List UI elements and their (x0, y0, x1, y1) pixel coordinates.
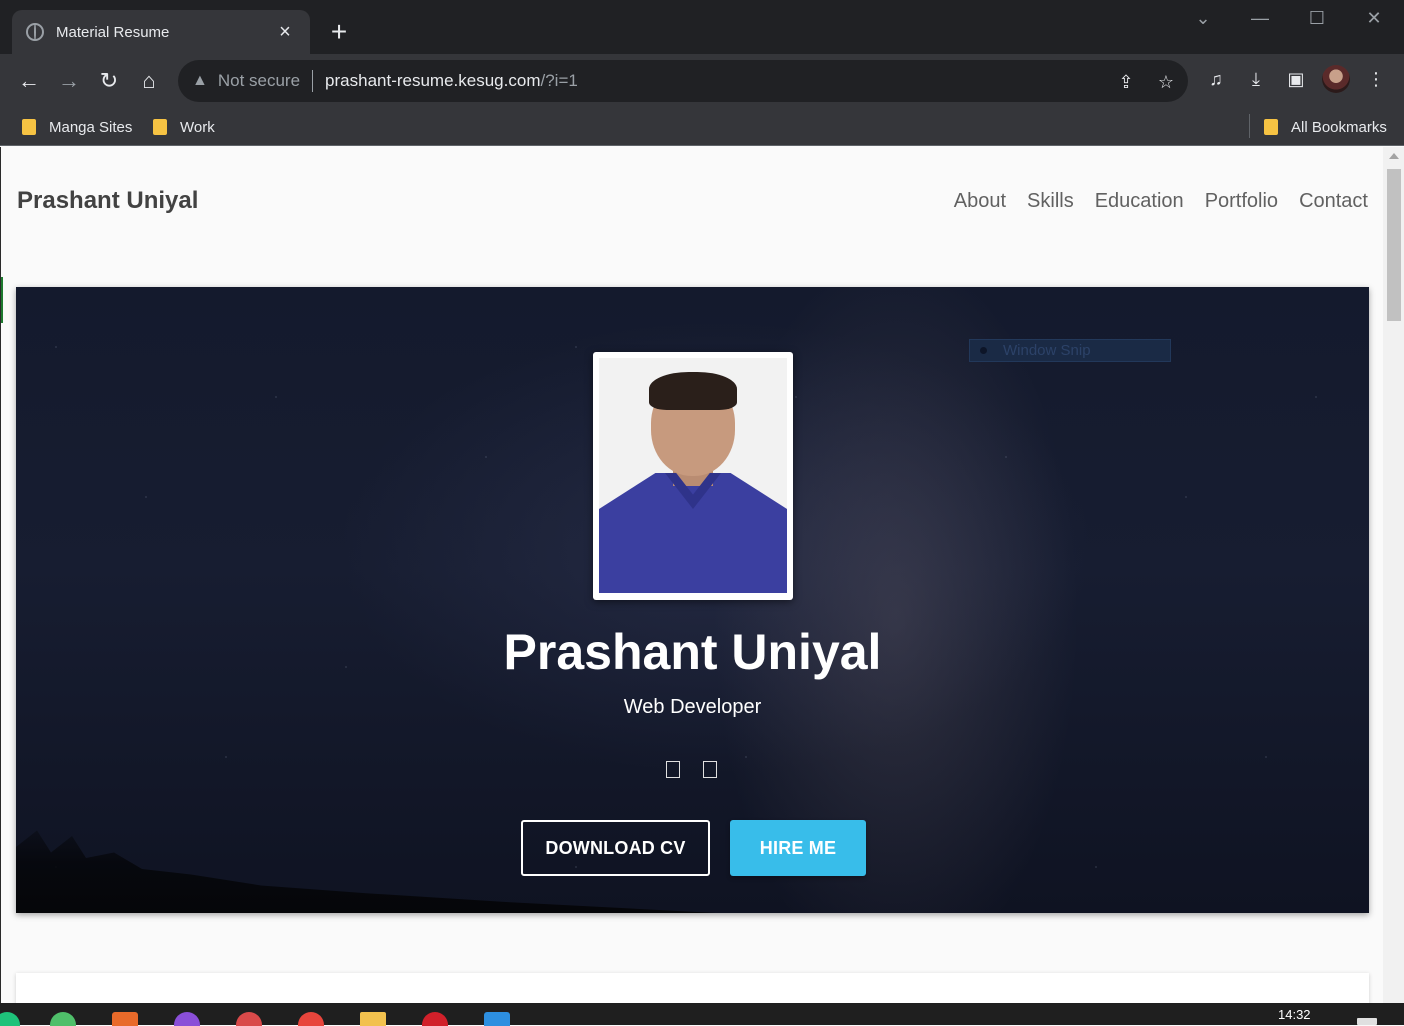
hero-section: Window Snip Prashant Uniyal Web Develope… (16, 287, 1369, 913)
url-path[interactable]: /?i=1 (540, 71, 577, 91)
edge-marker (1, 277, 3, 323)
page-scrollbar[interactable] (1383, 147, 1404, 1003)
profile-avatar[interactable] (1322, 65, 1350, 93)
tab-title: Material Resume (56, 23, 170, 41)
bookmark-work[interactable]: Work (153, 115, 215, 139)
address-bar[interactable]: ▲ Not secure prashant-resume.kesug.com /… (178, 60, 1188, 102)
site-nav: About Skills Education Portfolio Contact (954, 190, 1368, 213)
bookmark-label: Manga Sites (49, 118, 133, 136)
social-icon-1[interactable] (666, 761, 680, 778)
forward-icon[interactable]: → (54, 66, 84, 96)
page-viewport: Prashant Uniyal About Skills Education P… (0, 147, 1383, 1003)
chrome-taskbar-icon[interactable] (298, 1012, 324, 1026)
bookmarks-bar: Manga Sites Work All Bookmarks (0, 108, 1404, 146)
scroll-up-icon[interactable] (1389, 153, 1399, 159)
security-label[interactable]: Not secure (218, 71, 300, 91)
nav-contact[interactable]: Contact (1299, 190, 1368, 213)
tab-search-icon[interactable]: ⌄ (1188, 8, 1218, 32)
back-icon[interactable]: ← (14, 66, 44, 96)
star-icon[interactable]: ☆ (1154, 70, 1178, 94)
reload-icon[interactable]: ↻ (94, 66, 124, 96)
share-icon[interactable]: ⇪ (1114, 70, 1138, 94)
bookmark-label: Work (180, 118, 215, 136)
taskbar-clock[interactable]: 14:32 (1278, 1007, 1311, 1022)
download-cv-button[interactable]: DOWNLOAD CV (521, 820, 710, 876)
vscode-taskbar-icon[interactable] (484, 1012, 510, 1026)
nav-skills[interactable]: Skills (1027, 190, 1074, 213)
hire-me-button[interactable]: HIRE ME (730, 820, 866, 876)
os-taskbar: 14:32 (0, 1003, 1404, 1026)
maximize-icon[interactable]: ☐ (1302, 8, 1332, 32)
bookmark-manga-sites[interactable]: Manga Sites (22, 115, 132, 139)
window-close-icon[interactable]: ✕ (1359, 8, 1389, 32)
snip-dot-icon (980, 347, 987, 354)
folder-icon (22, 119, 36, 135)
nav-education[interactable]: Education (1095, 190, 1184, 213)
media-icon[interactable]: ♫ (1203, 66, 1229, 92)
nav-about[interactable]: About (954, 190, 1006, 213)
notification-icon[interactable] (1357, 1018, 1377, 1025)
photo-shirt (599, 473, 787, 593)
taskbar-app-icon[interactable] (0, 1012, 20, 1026)
close-icon[interactable]: × (274, 21, 296, 43)
site-brand[interactable]: Prashant Uniyal (17, 187, 198, 215)
taskbar-app-icon[interactable] (236, 1012, 262, 1026)
sidepanel-icon[interactable]: ▣ (1283, 66, 1309, 92)
browser-tab[interactable]: Material Resume × (12, 10, 310, 54)
browser-toolbar: ← → ↻ ⌂ ▲ Not secure prashant-resume.kes… (0, 54, 1404, 108)
window-snip-overlay: Window Snip (969, 339, 1171, 362)
tab-strip: Material Resume × + ⌄ — ☐ ✕ (0, 0, 1404, 54)
home-icon[interactable]: ⌂ (134, 66, 164, 96)
snip-label: Window Snip (1003, 342, 1091, 359)
explorer-taskbar-icon[interactable] (360, 1012, 386, 1026)
minimize-icon[interactable]: — (1245, 8, 1275, 32)
nav-portfolio[interactable]: Portfolio (1205, 190, 1278, 213)
about-card (16, 973, 1369, 1003)
taskbar-app-icon[interactable] (174, 1012, 200, 1026)
bookmarks-divider (1249, 114, 1250, 138)
all-bookmarks[interactable]: All Bookmarks (1264, 115, 1387, 139)
download-icon[interactable]: ⤓ (1243, 66, 1269, 92)
plus-icon[interactable]: + (326, 18, 352, 46)
globe-icon (26, 23, 44, 41)
hero-name: Prashant Uniyal (503, 624, 882, 680)
warning-icon[interactable]: ▲ (192, 72, 208, 90)
all-bookmarks-label: All Bookmarks (1291, 118, 1387, 136)
url-host[interactable]: prashant-resume.kesug.com (325, 71, 540, 91)
scrollbar-thumb[interactable] (1387, 169, 1401, 321)
profile-photo (593, 352, 793, 600)
folder-icon (1264, 119, 1278, 135)
menu-icon[interactable]: ⋮ (1363, 66, 1389, 92)
profile-photo-image (599, 358, 787, 593)
hero-role: Web Developer (623, 696, 762, 718)
social-links (666, 761, 717, 778)
taskbar-app-icon[interactable] (50, 1012, 76, 1026)
social-icon-2[interactable] (703, 761, 717, 778)
folder-icon (153, 119, 167, 135)
opera-taskbar-icon[interactable] (422, 1012, 448, 1026)
photo-hair (649, 372, 737, 410)
omnibox-divider (312, 70, 314, 92)
taskbar-app-icon[interactable] (112, 1012, 138, 1026)
